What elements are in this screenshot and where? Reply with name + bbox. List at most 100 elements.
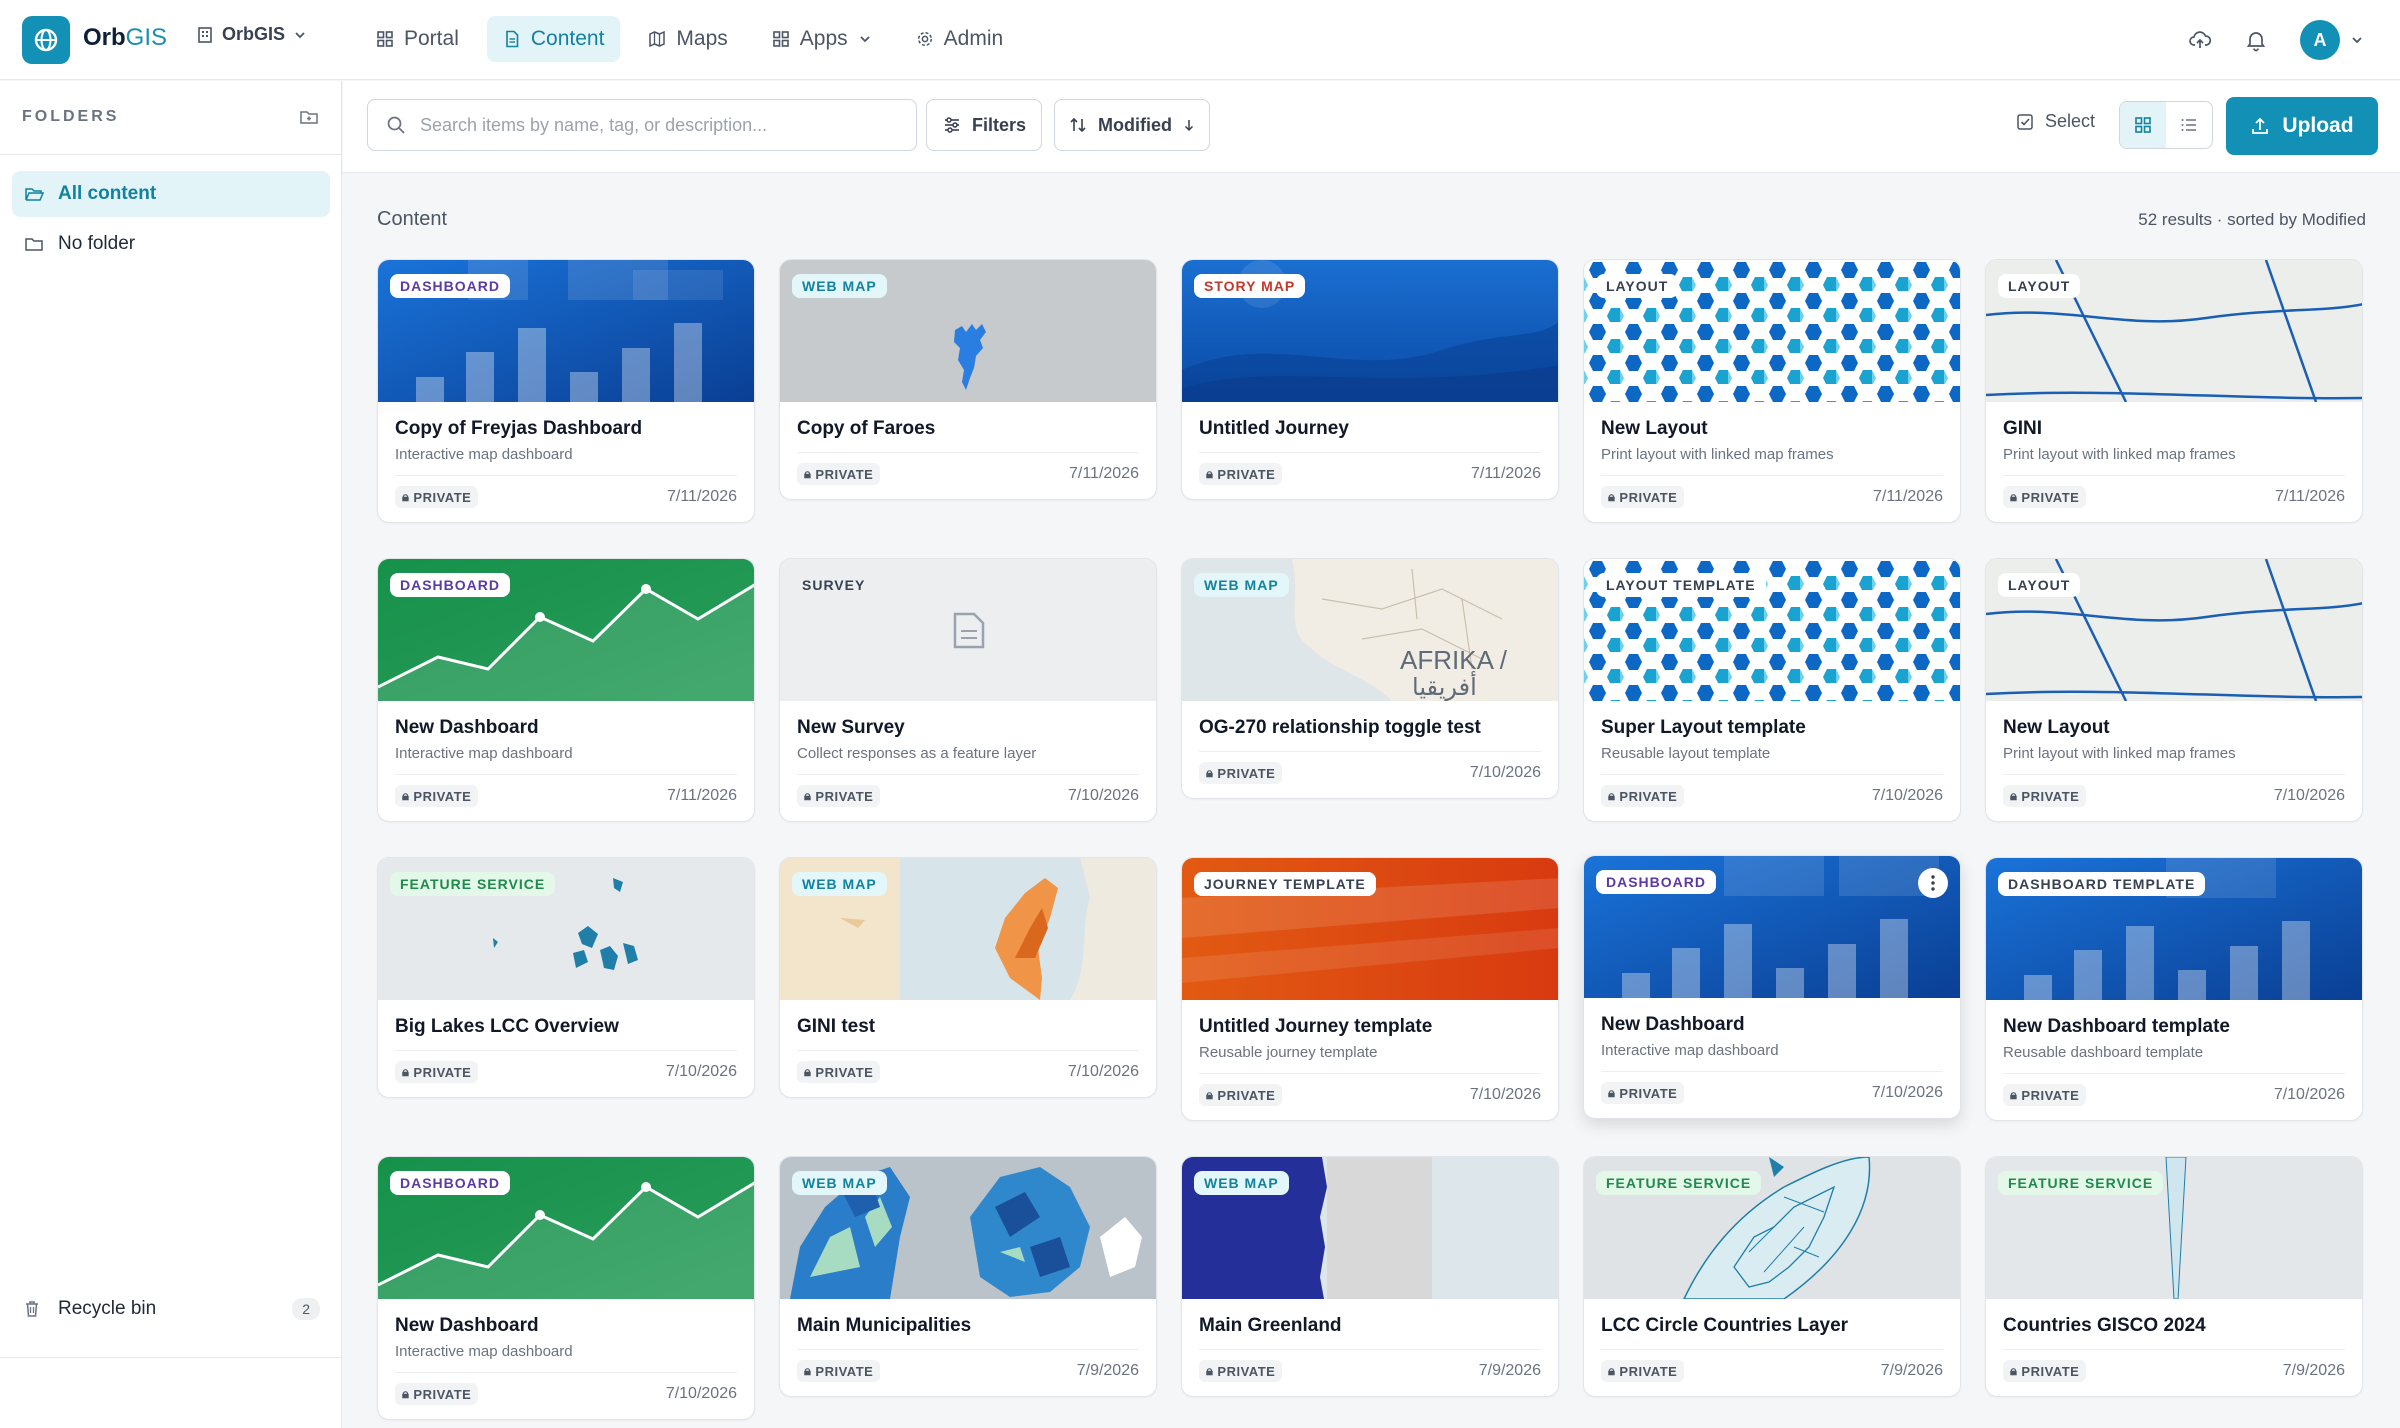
item-type-badge: DASHBOARD TEMPLATE xyxy=(1998,872,2206,896)
grid-view-button[interactable] xyxy=(2120,102,2166,148)
item-footer: 🔒︎ PRIVATE 7/11/2026 xyxy=(2003,475,2345,522)
access-badge: 🔒︎ PRIVATE xyxy=(1199,1360,1283,1382)
access-badge: 🔒︎ PRIVATE xyxy=(1601,785,1685,807)
sidebar-item-recycle-bin[interactable]: Recycle bin 2 xyxy=(22,1298,320,1320)
item-title: Untitled Journey template xyxy=(1199,1016,1433,1037)
new-folder-icon[interactable] xyxy=(299,107,319,127)
item-card[interactable]: WEB MAP Main Municipalities 🔒︎ PRIVATE 7/9… xyxy=(779,1156,1157,1397)
sidebar-item-label: All content xyxy=(58,183,157,204)
access-label: PRIVATE xyxy=(815,1363,874,1379)
kebab-icon xyxy=(1931,875,1935,891)
nav-maps[interactable]: Maps xyxy=(632,16,743,62)
brand-name[interactable]: OrbGIS xyxy=(83,24,167,52)
item-footer: 🔒︎ PRIVATE 7/9/2026 xyxy=(797,1349,1139,1396)
item-date: 7/10/2026 xyxy=(665,1063,737,1080)
lock-icon: 🔒︎ xyxy=(2010,1363,2018,1378)
lock-icon: 🔒︎ xyxy=(1206,765,1214,780)
upload-button[interactable]: Upload xyxy=(2226,97,2378,155)
nav-portal[interactable]: Portal xyxy=(360,16,475,62)
map-region-label-arabic: أفريقيا xyxy=(1412,671,1477,701)
nav-maps-label: Maps xyxy=(676,27,728,50)
sidebar-item-all-content[interactable]: All content xyxy=(12,171,330,217)
item-card[interactable]: STORY MAP Untitled Journey 🔒︎ PRIVATE 7/11… xyxy=(1181,259,1559,500)
more-options-button[interactable] xyxy=(1918,868,1948,898)
item-subtitle: Interactive map dashboard xyxy=(395,745,573,762)
access-label: PRIVATE xyxy=(2021,788,2080,804)
nav-admin[interactable]: Admin xyxy=(900,16,1020,62)
item-thumbnail: JOURNEY TEMPLATE xyxy=(1182,858,1558,1000)
item-date: 7/10/2026 xyxy=(665,1385,737,1402)
nav-content[interactable]: Content xyxy=(486,16,621,62)
access-badge: 🔒︎ PRIVATE xyxy=(797,1360,881,1382)
item-subtitle: Collect responses as a feature layer xyxy=(797,745,1037,762)
brand-main: Orb xyxy=(83,24,126,51)
sort-button[interactable]: Modified xyxy=(1054,99,1210,151)
item-card[interactable]: DASHBOARD New Dashboard Interactive map … xyxy=(1583,855,1961,1119)
item-card[interactable]: SURVEY New Survey Collect responses as a… xyxy=(779,558,1157,822)
item-thumbnail: SURVEY xyxy=(780,559,1156,701)
item-type-badge: WEB MAP xyxy=(1194,573,1289,597)
item-card[interactable]: FEATURE SERVICE Countries GISCO 2024 🔒︎ P… xyxy=(1985,1156,2363,1397)
select-button[interactable]: Select xyxy=(2015,111,2095,132)
item-date: 7/11/2026 xyxy=(2275,488,2345,505)
content-heading: Content xyxy=(377,208,448,230)
item-card[interactable]: DASHBOARD Copy of Freyjas Dashboard Inte… xyxy=(377,259,755,523)
item-date: 7/10/2026 xyxy=(1067,787,1139,804)
access-badge: 🔒︎ PRIVATE xyxy=(1199,463,1283,485)
item-thumbnail: DASHBOARD TEMPLATE xyxy=(1986,858,2362,1000)
item-footer: 🔒︎ PRIVATE 7/10/2026 xyxy=(797,1050,1139,1097)
item-date: 7/11/2026 xyxy=(1873,488,1943,505)
cloud-upload-icon[interactable] xyxy=(2188,28,2212,52)
item-thumbnail: LAYOUT xyxy=(1986,559,2362,701)
item-card[interactable]: LAYOUT New Layout Print layout with link… xyxy=(1985,558,2363,822)
item-card[interactable]: FEATURE SERVICE LCC Circle Countries Lay… xyxy=(1583,1156,1961,1397)
item-card[interactable]: WEB MAP Main Greenland 🔒︎ PRIVATE 7/9/2026 xyxy=(1181,1156,1559,1397)
item-subtitle: Reusable journey template xyxy=(1199,1044,1378,1061)
item-card[interactable]: AFRIKA / أفريقيا WEB MAP OG-270 relations… xyxy=(1181,558,1559,799)
item-card[interactable]: WEB MAP GINI test 🔒︎ PRIVATE 7/10/2026 xyxy=(779,857,1157,1098)
item-thumbnail: AFRIKA / أفريقيا WEB MAP xyxy=(1182,559,1558,701)
item-card[interactable]: DASHBOARD New Dashboard Interactive map … xyxy=(377,558,755,822)
search-input[interactable]: Search items by name, tag, or descriptio… xyxy=(367,99,917,151)
access-label: PRIVATE xyxy=(1217,1363,1276,1379)
sort-icon xyxy=(1070,117,1086,133)
nav-apps-label: Apps xyxy=(799,27,848,50)
item-subtitle: Interactive map dashboard xyxy=(395,1343,573,1360)
filters-button[interactable]: Filters xyxy=(926,99,1042,151)
trash-icon xyxy=(26,1301,38,1317)
access-label: PRIVATE xyxy=(815,466,874,482)
nav-apps[interactable]: Apps xyxy=(756,16,888,62)
item-type-badge: WEB MAP xyxy=(792,1171,887,1195)
list-view-button[interactable] xyxy=(2166,102,2212,148)
bell-icon[interactable] xyxy=(2244,28,2268,52)
item-card[interactable]: DASHBOARD TEMPLATE New Dashboard templat… xyxy=(1985,857,2363,1121)
org-switcher[interactable]: OrbGIS xyxy=(196,24,307,45)
logo-icon[interactable] xyxy=(22,16,70,64)
user-menu[interactable]: A xyxy=(2300,20,2364,60)
item-card[interactable]: DASHBOARD New Dashboard Interactive map … xyxy=(377,1156,755,1420)
item-card[interactable]: WEB MAP Copy of Faroes 🔒︎ PRIVATE 7/11/202… xyxy=(779,259,1157,500)
item-title: New Dashboard xyxy=(395,717,539,738)
item-title: New Survey xyxy=(797,717,905,738)
item-footer: 🔒︎ PRIVATE 7/9/2026 xyxy=(1199,1349,1541,1396)
item-card[interactable]: JOURNEY TEMPLATE Untitled Journey templa… xyxy=(1181,857,1559,1121)
item-subtitle: Reusable dashboard template xyxy=(2003,1044,2204,1061)
nav-content-label: Content xyxy=(530,27,605,50)
item-title: New Dashboard xyxy=(395,1315,539,1336)
access-badge: 🔒︎ PRIVATE xyxy=(2003,785,2087,807)
lock-icon: 🔒︎ xyxy=(804,788,812,803)
lock-icon: 🔒︎ xyxy=(2010,1087,2018,1102)
item-card[interactable]: LAYOUT New Layout Print layout with link… xyxy=(1583,259,1961,523)
sidebar-item-no-folder[interactable]: No folder xyxy=(12,221,330,267)
item-date: 7/10/2026 xyxy=(1469,764,1541,781)
access-label: PRIVATE xyxy=(2021,1363,2080,1379)
item-title: OG-270 relationship toggle test xyxy=(1199,717,1481,738)
apps-icon xyxy=(772,31,789,47)
item-card[interactable]: LAYOUT TEMPLATE Super Layout template Re… xyxy=(1583,558,1961,822)
item-card[interactable]: FEATURE SERVICE Big Lakes LCC Overview 🔒… xyxy=(377,857,755,1098)
document-icon xyxy=(506,30,519,48)
lock-icon: 🔒︎ xyxy=(804,1064,812,1079)
item-card[interactable]: LAYOUT GINI Print layout with linked map… xyxy=(1985,259,2363,523)
item-thumbnail: WEB MAP xyxy=(780,1157,1156,1299)
item-title: Super Layout template xyxy=(1601,717,1806,738)
